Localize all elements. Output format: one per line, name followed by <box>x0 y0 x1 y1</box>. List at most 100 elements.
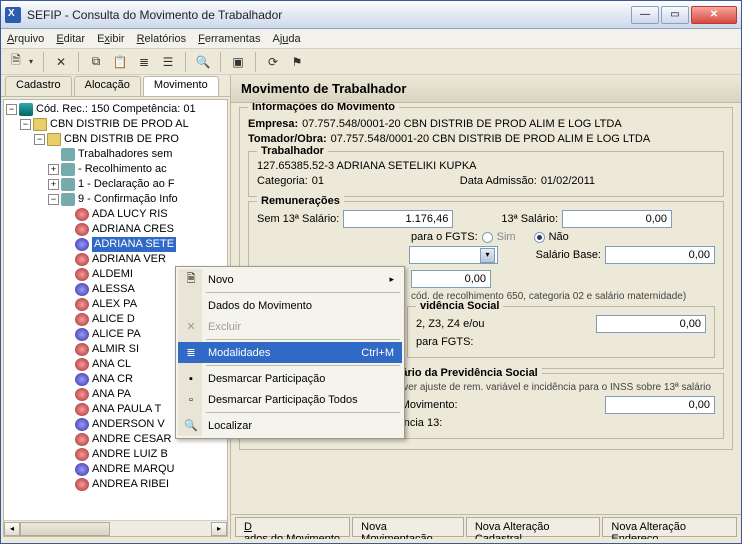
tree-branch-conf[interactable]: −9 - Confirmação Info <box>6 192 227 207</box>
toolbar-paste-icon[interactable]: 📋 <box>109 51 131 73</box>
tree-node-icon <box>75 388 89 401</box>
tree-expander-icon[interactable]: + <box>48 179 59 190</box>
toolbar-delete-icon[interactable]: ✕ <box>50 51 72 73</box>
tree-node-label: Trabalhadores sem <box>78 147 172 162</box>
prev-input[interactable] <box>596 315 706 333</box>
document-icon: 🗎 <box>183 270 199 289</box>
horizontal-scrollbar[interactable]: ◂ ▸ <box>4 520 227 536</box>
btab-nova-alt-cad[interactable]: Nova Alteração Cadastral <box>466 517 601 537</box>
ctx-localizar[interactable]: 🔍 Localizar <box>178 415 402 436</box>
tree-branch-rec[interactable]: +- Recolhimento ac <box>6 162 227 177</box>
tree-worker[interactable]: ADRIANA VER <box>6 252 227 267</box>
salbase-input[interactable] <box>605 246 715 264</box>
sal13-input[interactable] <box>562 210 672 228</box>
ocorrencia-select[interactable]: ▾ <box>409 246 498 264</box>
chevron-down-icon: ▾ <box>480 248 495 263</box>
radio-nao[interactable] <box>534 232 545 243</box>
window-title: SEFIP - Consulta do Movimento de Trabalh… <box>27 8 631 22</box>
tree-tomador[interactable]: −CBN DISTRIB DE PRO <box>6 132 227 147</box>
tab-alocacao[interactable]: Alocação <box>74 76 141 96</box>
extra-input[interactable] <box>411 270 491 288</box>
scrollbar-arrow-right[interactable]: ▸ <box>211 522 227 536</box>
tree-branch-decl[interactable]: +1 - Declaração ao F <box>6 177 227 192</box>
tree-empresa[interactable]: −CBN DISTRIB DE PROD AL <box>6 117 227 132</box>
group-prev-label: vidência Social <box>416 300 503 312</box>
maximize-button[interactable]: ▭ <box>661 6 689 24</box>
menu-relatorios[interactable]: Relatórios <box>137 33 187 45</box>
sal13-label: 13ª Salário: <box>501 213 558 225</box>
tab-cadastro[interactable]: Cadastro <box>5 76 72 96</box>
uncheck-icon: ▪ <box>183 373 199 385</box>
radio-sim-label: Sim <box>497 231 516 243</box>
data-admissao-label: Data Admissão: <box>460 175 537 187</box>
sem13-input[interactable] <box>343 210 453 228</box>
scrollbar-arrow-left[interactable]: ◂ <box>4 522 20 536</box>
tree-node-label: ALDEMI <box>92 267 133 282</box>
tree-worker[interactable]: ANDRE MARQU <box>6 462 227 477</box>
scrollbar-thumb[interactable] <box>20 522 110 536</box>
tree-worker[interactable]: ANDREA RIBEI <box>6 477 227 492</box>
tree-expander-icon[interactable]: + <box>48 164 59 175</box>
delete-icon: ✕ <box>183 320 199 333</box>
tree-worker[interactable]: ANDRE LUIZ B <box>6 447 227 462</box>
tree-node-icon <box>75 418 89 431</box>
toolbar-find-icon[interactable]: 🔍 <box>192 51 214 73</box>
tree-expander-icon[interactable]: − <box>6 104 17 115</box>
tree-node-icon <box>75 403 89 416</box>
menu-editar[interactable]: Editar <box>56 33 85 45</box>
menu-ferramentas[interactable]: Ferramentas <box>198 33 260 45</box>
tree-node-label: ANA PAULA T <box>92 402 161 417</box>
toolbar-list-icon[interactable]: ☰ <box>157 51 179 73</box>
tree-node-label: ALICE PA <box>92 327 141 342</box>
ctx-desmarcar-todos[interactable]: ▫ Desmarcar Participação Todos <box>178 389 402 410</box>
tree-node-icon <box>75 238 89 251</box>
tree-node-label: ANDERSON V <box>92 417 165 432</box>
toolbar-sort-icon[interactable]: ≣ <box>133 51 155 73</box>
tree-node-icon <box>75 478 89 491</box>
prev-fgts: para FGTS: <box>416 336 473 348</box>
tree-node-icon <box>75 313 89 326</box>
tree-expander-icon[interactable]: − <box>34 134 45 145</box>
toolbar-new-drop[interactable]: ▾ <box>29 57 37 66</box>
ref-comp-input[interactable] <box>605 396 715 414</box>
ctx-novo[interactable]: 🗎 Novo▸ <box>178 269 402 290</box>
radio-nao-label: Não <box>549 231 569 243</box>
toolbar-refresh-icon[interactable]: ⟳ <box>262 51 284 73</box>
tree-expander-icon[interactable]: − <box>20 119 31 130</box>
menu-ajuda[interactable]: Ajuda <box>272 33 300 45</box>
search-icon: 🔍 <box>183 419 199 432</box>
menu-exibir[interactable]: Exibir <box>97 33 125 45</box>
minimize-button[interactable]: — <box>631 6 659 24</box>
btab-dados[interactable]: Dados do Movimento <box>235 517 350 537</box>
toolbar-cube-icon[interactable]: ▣ <box>227 51 249 73</box>
toolbar-copy-icon[interactable]: ⧉ <box>85 51 107 73</box>
ctx-desmarcar[interactable]: ▪ Desmarcar Participação <box>178 368 402 389</box>
bottom-tabs: Dados do Movimento Nova Movimentação Nov… <box>231 514 741 539</box>
tree-worker[interactable]: ADRIANA SETE <box>6 237 227 252</box>
btab-nova-alt-end[interactable]: Nova Alteração Endereço <box>602 517 737 537</box>
close-button[interactable]: ✕ <box>691 6 737 24</box>
tree-node-icon <box>75 268 89 281</box>
tree-expander-icon[interactable]: − <box>48 194 59 205</box>
tree-node-label: ANA CL <box>92 357 131 372</box>
ctx-modalidades[interactable]: ≣ Modalidades Ctrl+M <box>178 342 402 363</box>
tree-node-icon <box>75 208 89 221</box>
tree-node-icon <box>33 118 47 131</box>
tree-root[interactable]: − Cód. Rec.: 150 Competência: 01 <box>6 102 227 117</box>
toolbar-new-icon[interactable]: 🗎 <box>5 51 27 73</box>
radio-sim[interactable] <box>482 232 493 243</box>
toolbar-flag-icon[interactable]: ⚑ <box>286 51 308 73</box>
tomador-label: Tomador/Obra: <box>248 133 327 145</box>
tree-node-icon <box>75 298 89 311</box>
fgts-frag-label: para o FGTS: <box>411 231 478 243</box>
ctx-dados[interactable]: Dados do Movimento <box>178 295 402 316</box>
tree-worker[interactable]: ADRIANA CRES <box>6 222 227 237</box>
tree-node-label: Cód. Rec.: 150 Competência: 01 <box>36 102 196 117</box>
menu-arquivo[interactable]: Arquivo <box>7 33 44 45</box>
btab-nova-mov[interactable]: Nova Movimentação <box>352 517 464 537</box>
tree-node-label: ALESSA <box>92 282 135 297</box>
tree-worker[interactable]: ADA LUCY RIS <box>6 207 227 222</box>
tree-branch-trab[interactable]: Trabalhadores sem <box>6 147 227 162</box>
tab-movimento[interactable]: Movimento <box>143 76 219 96</box>
tree-node-icon <box>19 103 33 116</box>
